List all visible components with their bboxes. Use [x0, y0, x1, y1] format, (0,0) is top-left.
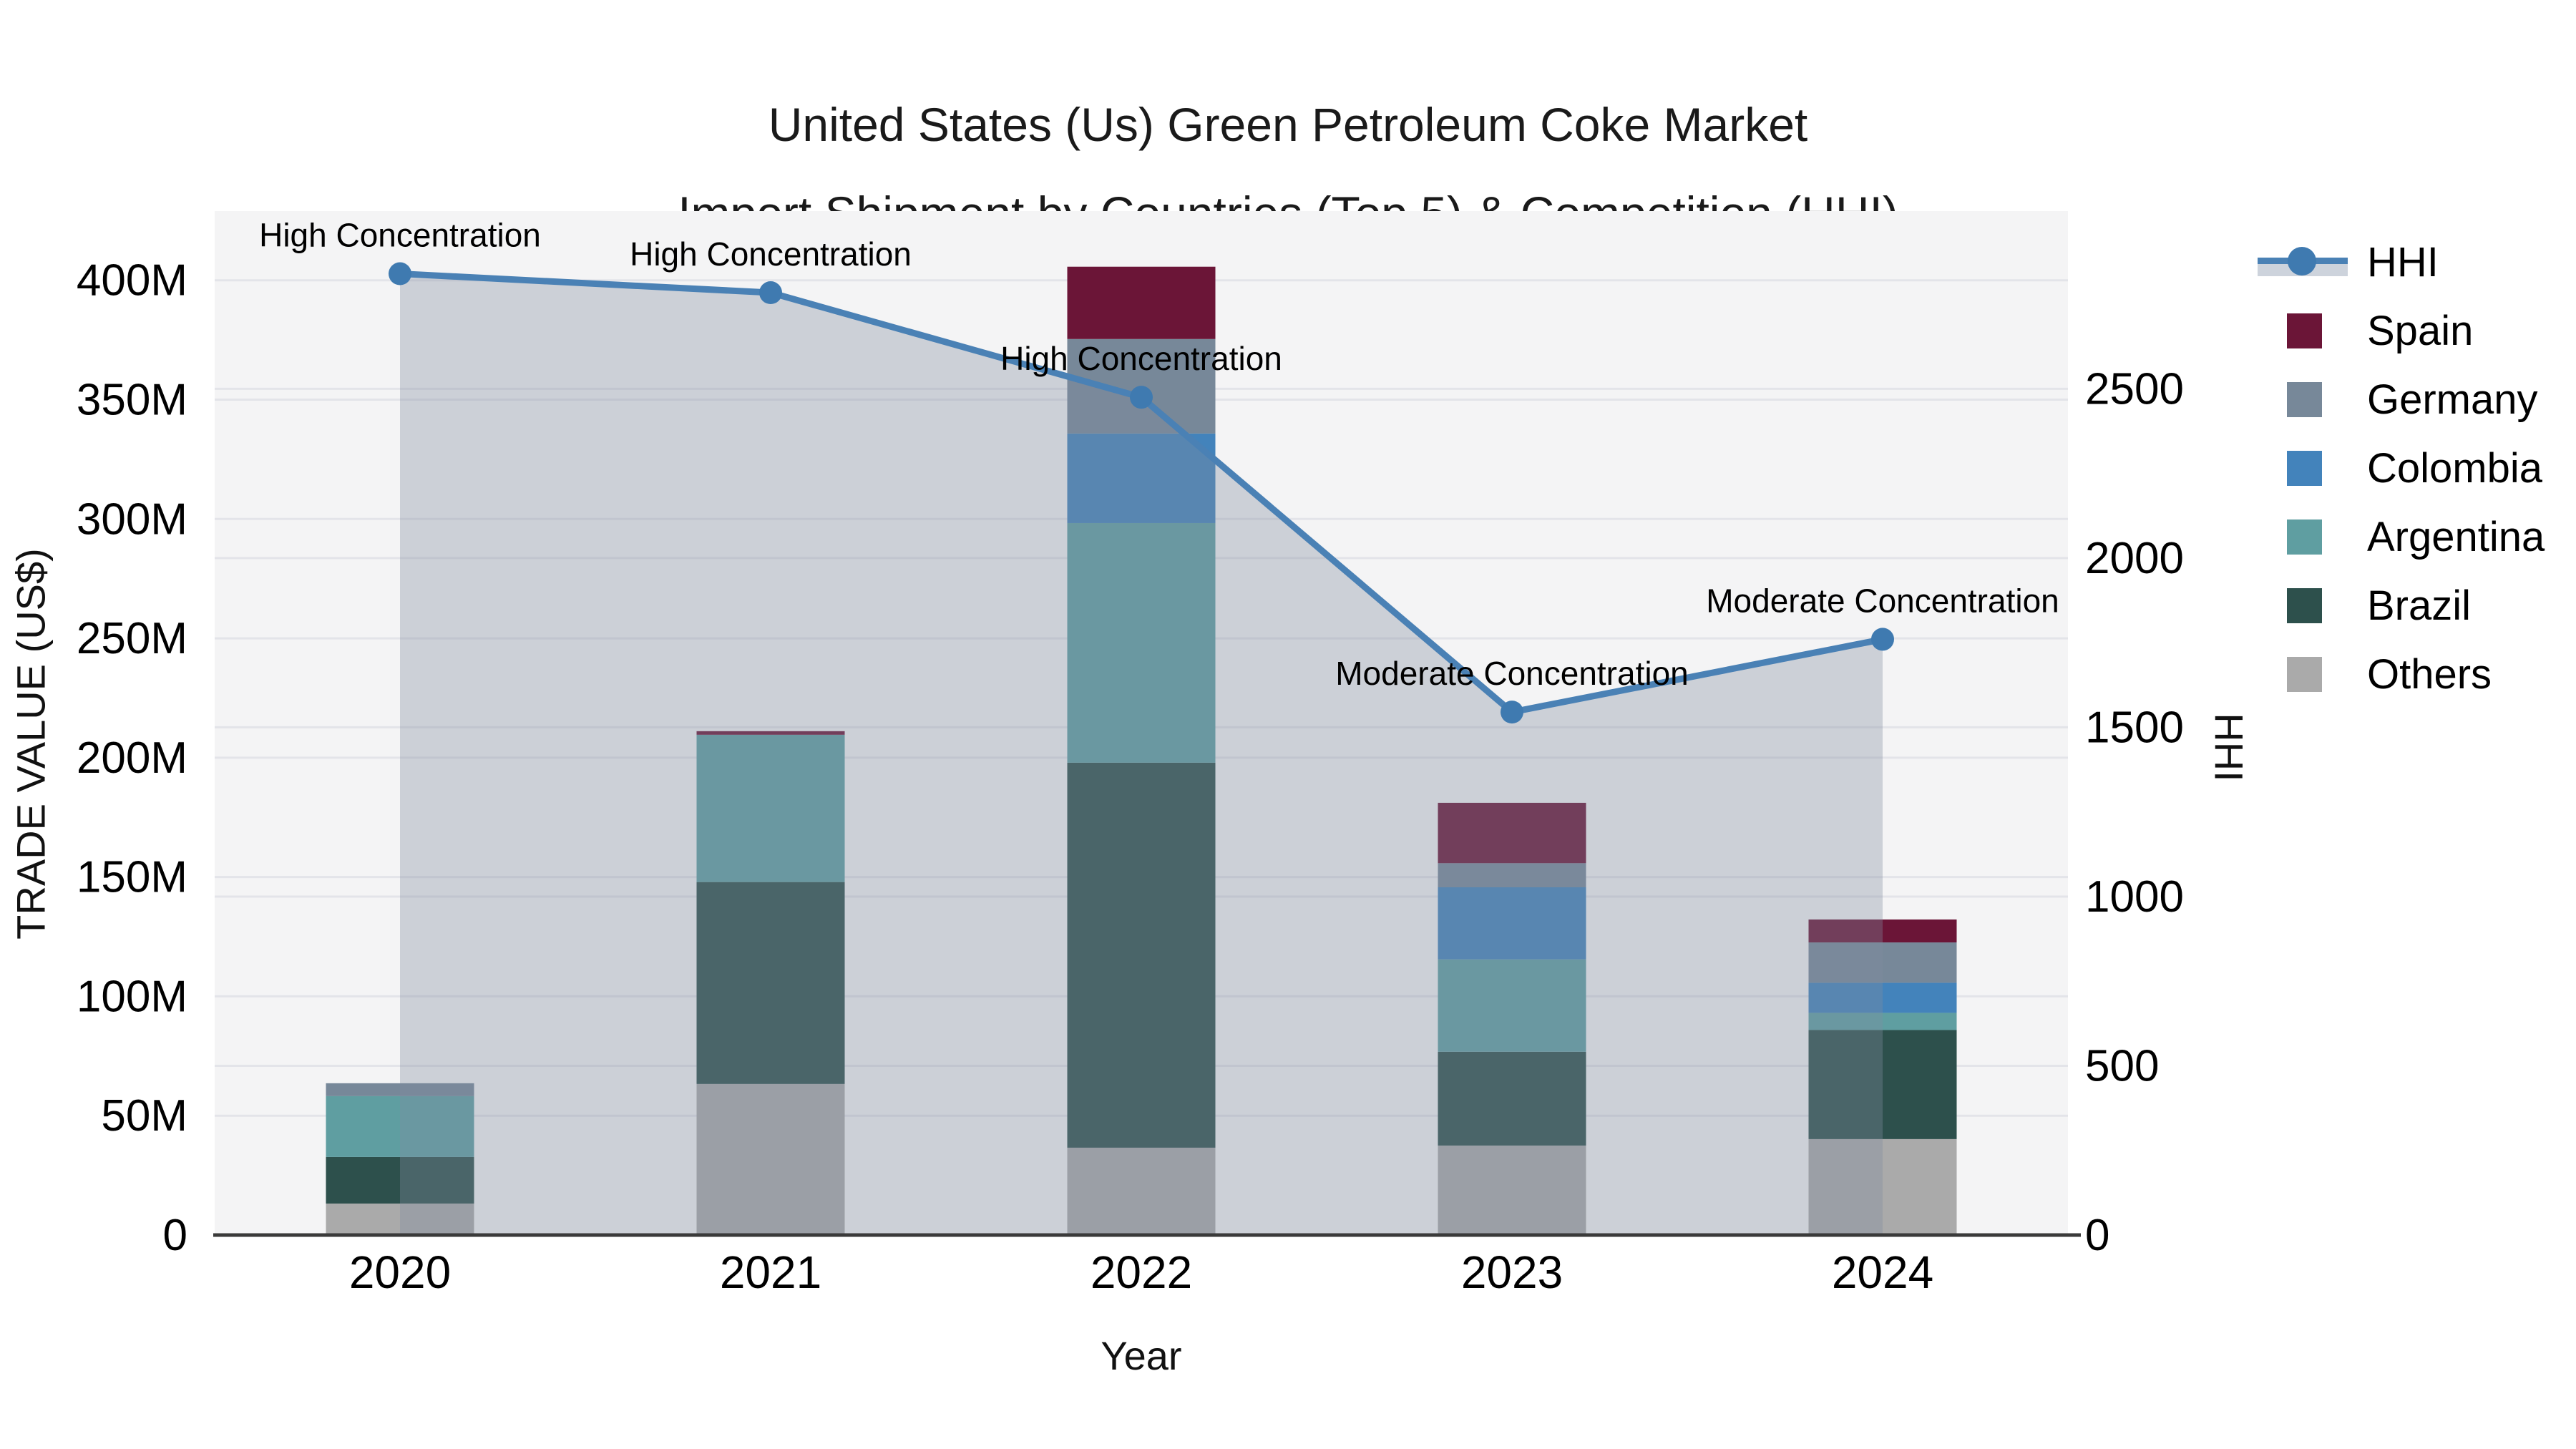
y-right-tick-0: 0 — [2085, 1211, 2109, 1260]
legend: HHI Spain Germany Colombia Argentina Brazil Ot… — [2258, 228, 2545, 708]
legend-item-spain: Spain — [2258, 296, 2545, 365]
legend-swatch-brazil — [2287, 587, 2322, 623]
legend-swatch-colombia — [2287, 450, 2322, 486]
legend-label-others: Others — [2367, 650, 2492, 698]
hhi-point-2021 — [759, 281, 782, 305]
y-right-tick-2500: 2500 — [2085, 364, 2184, 414]
legend-item-argentina: Argentina — [2258, 502, 2545, 571]
legend-label-brazil: Brazil — [2367, 582, 2472, 629]
y-right-tick-500: 500 — [2085, 1041, 2159, 1091]
bar-segment-spain-2022 — [1067, 266, 1216, 339]
y-left-tick-300: 300M — [77, 494, 187, 544]
y-left-tick-400: 400M — [77, 256, 187, 306]
legend-label-spain: Spain — [2367, 307, 2474, 354]
legend-item-germany: Germany — [2258, 365, 2545, 434]
y-left-tick-0: 0 — [163, 1211, 187, 1260]
x-tick-2023: 2023 — [1461, 1246, 1563, 1298]
y-left-axis-title: TRADE VALUE (US$) — [8, 548, 54, 940]
y-left-tick-50: 50M — [101, 1091, 187, 1141]
x-tick-2021: 2021 — [720, 1246, 821, 1298]
x-tick-2022: 2022 — [1091, 1246, 1192, 1298]
x-tick-2024: 2024 — [1832, 1246, 1933, 1298]
y-right-axis-title: HHI — [2206, 713, 2252, 782]
hhi-point-2024 — [1871, 628, 1894, 651]
annotation-2023: Moderate Concentration — [1335, 655, 1689, 692]
x-axis-title: Year — [1101, 1333, 1182, 1378]
plot-canvas: High Concentration High Concentration High… — [77, 211, 2184, 1298]
legend-label-hhi: HHI — [2367, 238, 2439, 286]
legend-item-colombia: Colombia — [2258, 434, 2545, 502]
legend-item-hhi: HHI — [2258, 228, 2545, 296]
y-left-tick-200: 200M — [77, 733, 187, 783]
legend-item-brazil: Brazil — [2258, 571, 2545, 640]
annotation-2022: High Concentration — [1000, 340, 1282, 377]
legend-label-argentina: Argentina — [2367, 513, 2545, 560]
legend-item-others: Others — [2258, 640, 2545, 708]
annotation-2020: High Concentration — [259, 217, 541, 254]
y-left-tick-100: 100M — [77, 972, 187, 1021]
y-right-tick-1500: 1500 — [2085, 703, 2184, 752]
legend-label-germany: Germany — [2367, 376, 2538, 423]
y-right-tick-1000: 1000 — [2085, 872, 2184, 922]
legend-swatch-argentina — [2287, 519, 2322, 555]
legend-swatch-others — [2287, 656, 2322, 692]
y-right-tick-2000: 2000 — [2085, 534, 2184, 583]
annotation-2024: Moderate Concentration — [1706, 582, 2059, 619]
hhi-point-2022 — [1130, 386, 1153, 409]
y-left-tick-150: 150M — [77, 853, 187, 902]
hhi-point-2023 — [1501, 701, 1523, 724]
legend-swatch-germany — [2287, 381, 2322, 417]
hhi-line-legend-icon — [2258, 245, 2348, 280]
y-left-tick-350: 350M — [77, 376, 187, 425]
legend-label-colombia: Colombia — [2367, 444, 2542, 492]
annotation-2021: High Concentration — [630, 235, 912, 273]
hhi-point-2020 — [389, 262, 411, 286]
x-tick-2020: 2020 — [349, 1246, 451, 1298]
y-left-tick-250: 250M — [77, 614, 187, 663]
legend-swatch-spain — [2287, 313, 2322, 348]
